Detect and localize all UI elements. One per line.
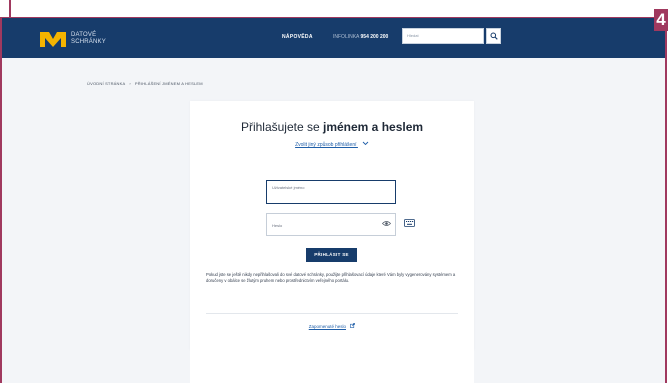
datove-schranky-logo-icon xyxy=(40,32,66,47)
login-title-bold: jménem a heslem xyxy=(323,120,424,134)
hotline-number[interactable]: 954 200 200 xyxy=(361,34,389,40)
show-password-eye-icon[interactable] xyxy=(382,220,391,227)
password-field[interactable]: Heslo xyxy=(266,213,396,236)
search-input[interactable]: Hledat xyxy=(402,28,484,44)
page-viewport: DATOVÉ SCHRÁNKY NÁPOVĚDA INFOLINKA 954 2… xyxy=(0,18,667,383)
external-link-icon xyxy=(350,323,356,328)
username-field[interactable]: Uživatelské jméno xyxy=(266,180,396,204)
login-info-text: Pokud jste se ještě nikdy nepřihlašovali… xyxy=(206,272,456,283)
logo-text: DATOVÉ SCHRÁNKY xyxy=(71,31,106,45)
forgot-password-label: Zapomenuté heslo xyxy=(308,324,346,329)
site-logo[interactable]: DATOVÉ SCHRÁNKY xyxy=(40,30,111,47)
chevron-down-icon xyxy=(362,141,369,146)
username-placeholder: Uživatelské jméno xyxy=(272,185,305,190)
search-button[interactable] xyxy=(486,28,501,44)
hotline-label: INFOLINKA xyxy=(333,34,360,40)
hotline: INFOLINKA 954 200 200 xyxy=(333,34,388,40)
login-card: Přihlašujete se jménem a heslem Zvolit j… xyxy=(190,101,474,350)
top-navbar: DATOVÉ SCHRÁNKY NÁPOVĚDA INFOLINKA 954 2… xyxy=(2,18,665,58)
secondary-panel xyxy=(190,335,474,383)
login-title: Přihlašujete se jménem a heslem xyxy=(190,120,474,134)
breadcrumb-separator: › xyxy=(129,81,131,86)
help-link[interactable]: NÁPOVĚDA xyxy=(282,34,313,40)
login-title-prefix: Přihlašujete se xyxy=(240,120,320,134)
search-bar: Hledat xyxy=(402,28,501,44)
annotation-frame-corner xyxy=(9,0,11,18)
divider xyxy=(206,313,458,314)
password-placeholder: Heslo xyxy=(272,223,283,228)
search-icon xyxy=(490,32,498,40)
breadcrumb-current: PŘIHLÁŠENÍ JMÉNEM A HESLEM xyxy=(134,81,203,86)
login-button[interactable]: PŘIHLÁSIT SE xyxy=(306,248,357,262)
other-login-method-link[interactable]: Zvolit jiný způsob přihlášení xyxy=(190,141,474,148)
other-login-method-label: Zvolit jiný způsob přihlášení xyxy=(295,142,357,148)
breadcrumb: ÚVODNÍ STRÁNKA › PŘIHLÁŠENÍ JMÉNEM A HESLE… xyxy=(87,81,203,86)
annotation-step-badge: 4 xyxy=(654,9,668,31)
breadcrumb-home[interactable]: ÚVODNÍ STRÁNKA xyxy=(87,81,125,86)
virtual-keyboard-icon[interactable] xyxy=(404,219,415,227)
forgot-password-link[interactable]: Zapomenuté heslo xyxy=(190,323,474,329)
